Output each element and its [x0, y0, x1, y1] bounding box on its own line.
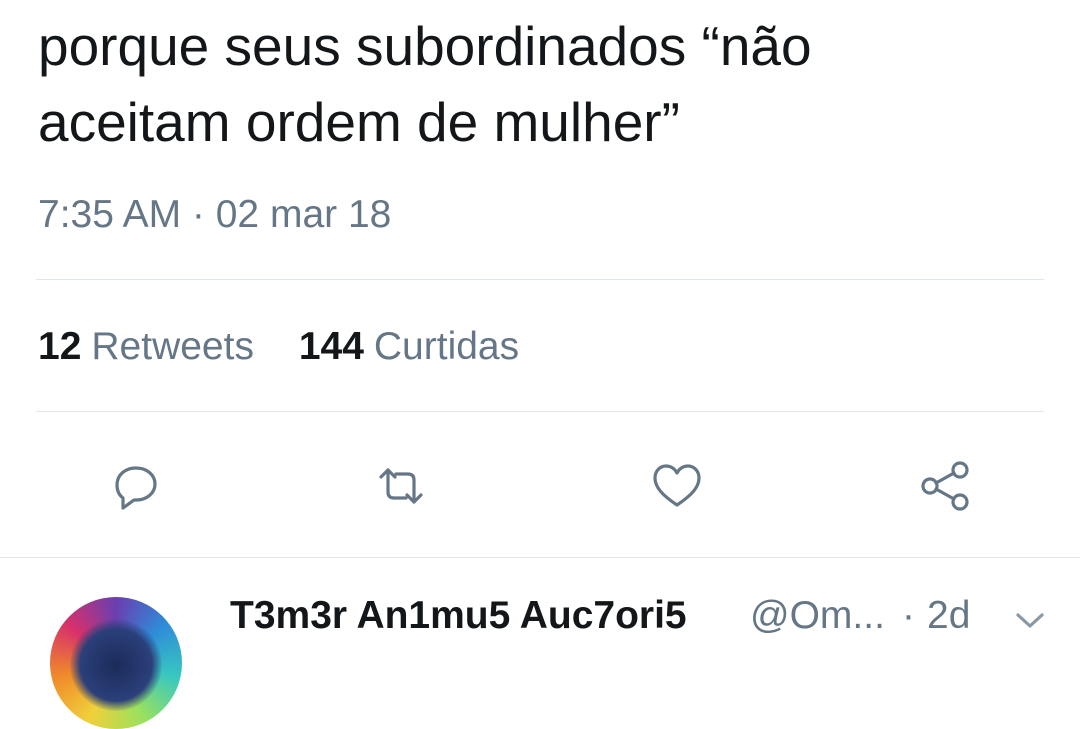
tweet-text: porque seus subordinados “não aceitam or… [38, 8, 1038, 160]
likes-count: 144 [298, 325, 364, 368]
divider-top [36, 279, 1044, 280]
reply-tweet[interactable]: T3m3r An1mu5 Auc7ori5 @Om... · 2d [0, 559, 1080, 729]
reply-icon [115, 466, 157, 510]
retweets-count: 12 [38, 325, 82, 368]
retweet-button[interactable] [370, 455, 432, 517]
retweets-stat[interactable]: 12 Retweets [38, 324, 254, 370]
avatar[interactable] [50, 597, 182, 729]
tweet-actions [0, 455, 1080, 517]
chevron-down-icon[interactable] [1012, 605, 1048, 635]
divider-middle [36, 411, 1044, 412]
reply-author-name[interactable]: T3m3r An1mu5 Auc7ori5 [230, 593, 687, 639]
tweet-stats: 12 Retweets 144 Curtidas [38, 324, 553, 370]
tweet-timestamp[interactable]: 7:35 AM · 02 mar 18 [38, 192, 391, 238]
tweet-text-line-1: porque seus subordinados “não [38, 15, 812, 77]
reply-time[interactable]: 2d [927, 593, 970, 639]
share-icon [921, 461, 969, 511]
reply-separator: · [902, 594, 915, 637]
retweets-label: Retweets [91, 325, 254, 368]
like-button[interactable] [646, 455, 708, 517]
likes-stat[interactable]: 144 Curtidas [299, 324, 519, 370]
share-button[interactable] [914, 455, 976, 517]
likes-label: Curtidas [373, 325, 520, 368]
reply-button[interactable] [105, 455, 167, 517]
retweet-icon [379, 468, 423, 504]
divider-bottom [0, 557, 1080, 558]
reply-author-handle[interactable]: @Om... [750, 593, 885, 639]
tweet-text-line-2: aceitam ordem de mulher” [38, 91, 680, 153]
heart-icon [653, 464, 701, 507]
